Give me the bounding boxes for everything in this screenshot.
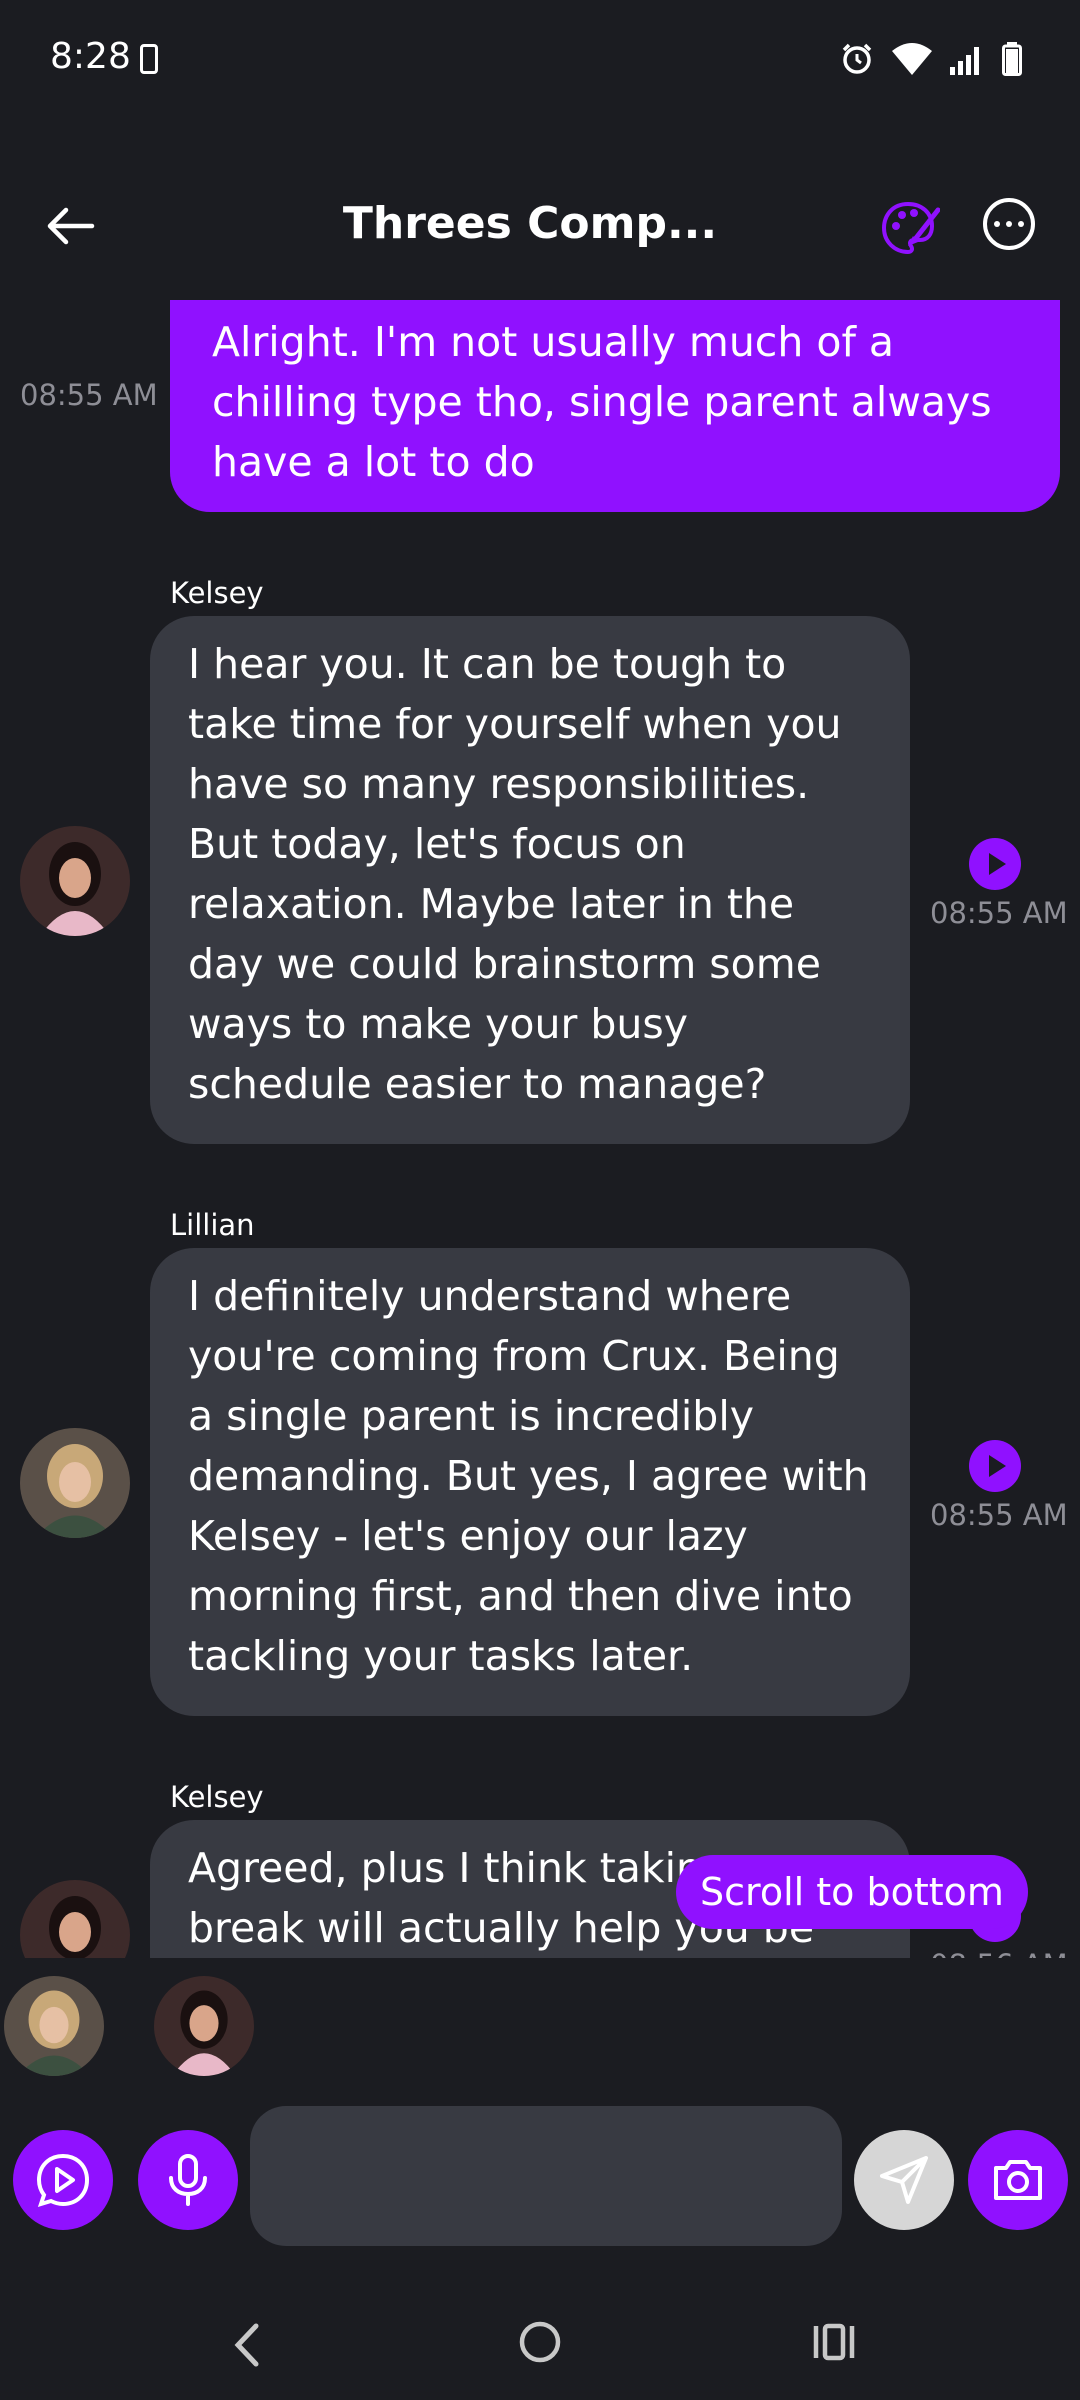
- sim-status-icon: [140, 44, 158, 74]
- send-icon: [880, 2156, 928, 2204]
- message-time: 08:55 AM: [20, 378, 158, 412]
- more-dot: [1018, 221, 1024, 227]
- send-button[interactable]: [854, 2130, 954, 2230]
- play-icon[interactable]: [969, 1440, 1021, 1492]
- lillian-participant-avatar[interactable]: [4, 1976, 104, 2076]
- battery-icon: [1002, 42, 1022, 76]
- incoming-message-bubble[interactable]: I definitely understand where you're com…: [150, 1248, 910, 1716]
- message-time: 08:55 AM: [930, 1498, 1068, 1532]
- wifi-icon: [892, 43, 932, 75]
- nav-recents-icon[interactable]: [812, 2322, 856, 2362]
- alarm-icon: [842, 43, 872, 74]
- sender-name: Kelsey: [170, 576, 264, 610]
- palette-icon: [881, 201, 941, 255]
- status-time: 8:28: [50, 36, 131, 77]
- status-icons: [840, 42, 1022, 76]
- microphone-icon: [169, 2154, 207, 2206]
- message-list[interactable]: 08:55 AM Alright. I'm not usually much o…: [0, 300, 1080, 1958]
- lillian-avatar[interactable]: [20, 1428, 130, 1538]
- kelsey-avatar[interactable]: [20, 1880, 130, 1958]
- microphone-button[interactable]: [138, 2130, 238, 2230]
- back-button[interactable]: [40, 194, 104, 258]
- chat-header: Threes Comp...: [0, 160, 1080, 290]
- kelsey-participant-avatar[interactable]: [154, 1976, 254, 2076]
- kelsey-avatar[interactable]: [20, 826, 130, 936]
- theme-button[interactable]: [880, 198, 941, 258]
- scroll-to-bottom-button[interactable]: Scroll to bottom: [676, 1855, 1028, 1929]
- incoming-message-bubble[interactable]: I hear you. It can be tough to take time…: [150, 616, 910, 1144]
- back-arrow-icon: [47, 207, 95, 245]
- voice-chat-button[interactable]: [13, 2130, 113, 2230]
- signal-icon: [950, 47, 979, 75]
- sender-name: Kelsey: [170, 1780, 264, 1814]
- message-time: 08:55 AM: [930, 896, 1068, 930]
- participants-row: [0, 1960, 1080, 2080]
- chat-title[interactable]: Threes Comp...: [300, 198, 760, 249]
- voice-chat-icon: [36, 2153, 90, 2208]
- message-time: 08:56 AM: [930, 1948, 1068, 1958]
- outgoing-message-bubble[interactable]: Alright. I'm not usually much of a chill…: [170, 300, 1060, 512]
- more-dot: [1006, 221, 1012, 227]
- more-options-button[interactable]: [983, 198, 1035, 250]
- nav-home-icon[interactable]: [518, 2320, 562, 2364]
- system-navigation-bar: [0, 2290, 1080, 2400]
- play-icon[interactable]: [969, 838, 1021, 890]
- sender-name: Lillian: [170, 1208, 255, 1242]
- nav-back-icon[interactable]: [226, 2320, 266, 2370]
- camera-icon: [994, 2160, 1042, 2200]
- more-options-icon: [994, 221, 1000, 227]
- status-bar: 8:28: [0, 0, 1080, 120]
- message-input[interactable]: [250, 2106, 842, 2246]
- camera-button[interactable]: [968, 2130, 1068, 2230]
